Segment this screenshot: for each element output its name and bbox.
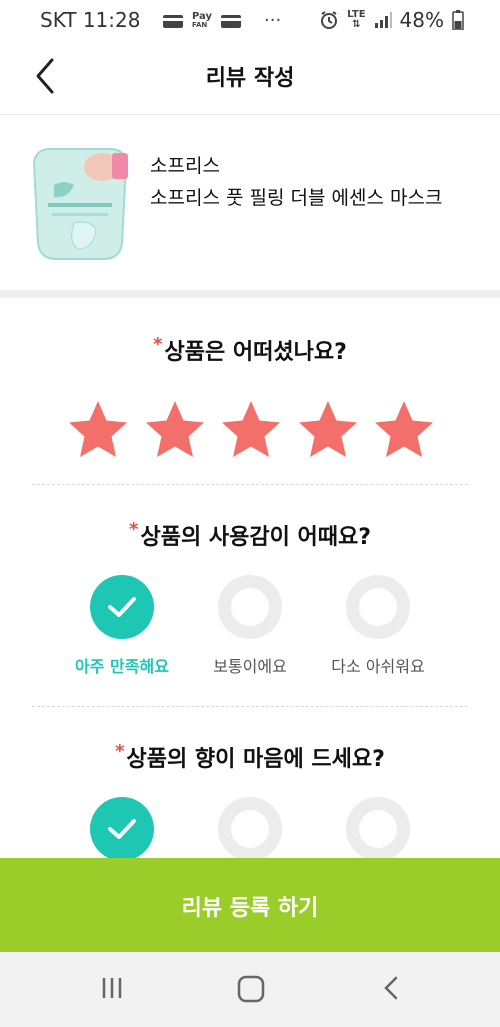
submit-review-button[interactable]: 리뷰 등록 하기: [0, 858, 500, 952]
submit-label: 리뷰 등록 하기: [181, 896, 319, 921]
star-icon[interactable]: [372, 398, 436, 462]
lte-icon: LTE ⇅: [347, 9, 366, 30]
star-rating[interactable]: [66, 398, 436, 464]
radio-unselected[interactable]: [218, 797, 282, 861]
signal-icon: [374, 12, 392, 28]
dashed-divider: [32, 706, 468, 707]
status-left-icons: Pay FAN ···: [162, 10, 281, 31]
scent-question-text: 상품의 향이 마음에 드세요?: [126, 747, 385, 772]
status-right-icons: LTE ⇅ 48%: [319, 8, 464, 32]
more-notifications: ···: [264, 10, 282, 31]
app-header: 리뷰 작성: [0, 40, 500, 115]
card-icon: [163, 14, 183, 28]
product-brand: 소프리스: [150, 155, 220, 177]
usage-question-text: 상품의 사용감이 어때요?: [140, 525, 371, 550]
radio-unselected[interactable]: [346, 797, 410, 861]
usage-question: *상품의 사용감이 어때요?: [0, 519, 500, 551]
usage-option-disappointed[interactable]: 다소 아쉬워요: [298, 575, 458, 677]
star-icon[interactable]: [143, 398, 207, 462]
star-icon[interactable]: [66, 398, 130, 462]
pay-text: Pay: [192, 10, 213, 22]
product-thumbnail: [26, 143, 134, 265]
scent-option-3[interactable]: [298, 797, 458, 861]
pay-sub-text: FAN: [192, 20, 208, 29]
alarm-icon: [321, 11, 338, 29]
check-icon: [108, 819, 136, 839]
required-mark: *: [115, 741, 125, 762]
recent-apps-icon[interactable]: [98, 974, 126, 1002]
back-icon[interactable]: [378, 974, 406, 1002]
rating-question-text: 상품은 어떠셨나요?: [164, 340, 347, 365]
card-icon: [221, 14, 242, 28]
radio-unselected[interactable]: [346, 575, 410, 639]
scent-question: *상품의 향이 마음에 드세요?: [0, 741, 500, 773]
battery-icon: [452, 10, 464, 30]
dashed-divider: [32, 484, 468, 485]
radio-selected[interactable]: [90, 575, 154, 639]
rating-question: *상품은 어떠셨나요?: [0, 334, 500, 366]
battery-percent: 48%: [399, 8, 444, 32]
option-label: 다소 아쉬워요: [331, 657, 425, 676]
page-title: 리뷰 작성: [205, 66, 295, 91]
status-time: SKT 11:28: [40, 8, 141, 32]
section-divider: [0, 290, 500, 298]
product-name: 소프리스 풋 필링 더블 에센스 마스크: [150, 187, 443, 209]
check-icon: [108, 597, 136, 617]
star-icon[interactable]: [219, 398, 283, 462]
required-mark: *: [153, 334, 163, 355]
radio-unselected[interactable]: [218, 575, 282, 639]
status-bar: SKT 11:28 Pay FAN ··· LTE ⇅ 48%: [0, 0, 500, 40]
home-icon[interactable]: [236, 974, 266, 1004]
product-info: 소프리스 소프리스 풋 필링 더블 에센스 마스크: [0, 115, 500, 290]
required-mark: *: [129, 519, 139, 540]
star-icon[interactable]: [296, 398, 360, 462]
pay-icon: Pay FAN: [192, 10, 213, 30]
system-nav-bar: [0, 952, 500, 1027]
radio-selected[interactable]: [90, 797, 154, 861]
